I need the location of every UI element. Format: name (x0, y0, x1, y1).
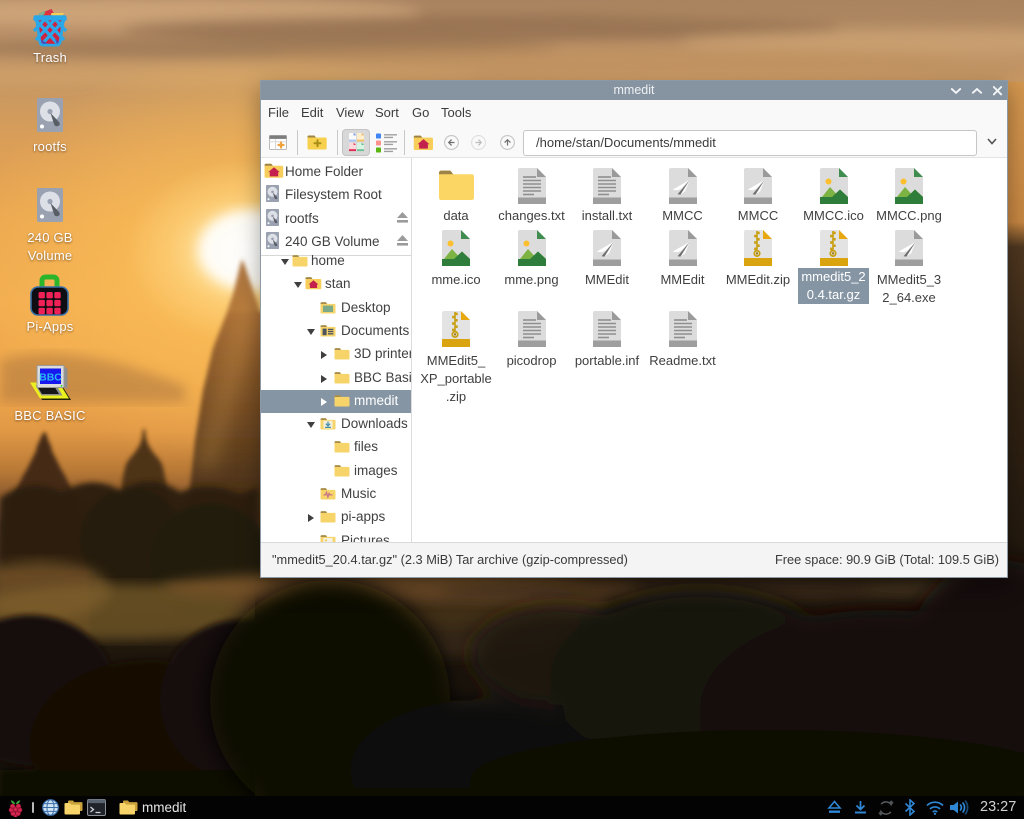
svg-text:BBC: BBC (39, 372, 62, 384)
